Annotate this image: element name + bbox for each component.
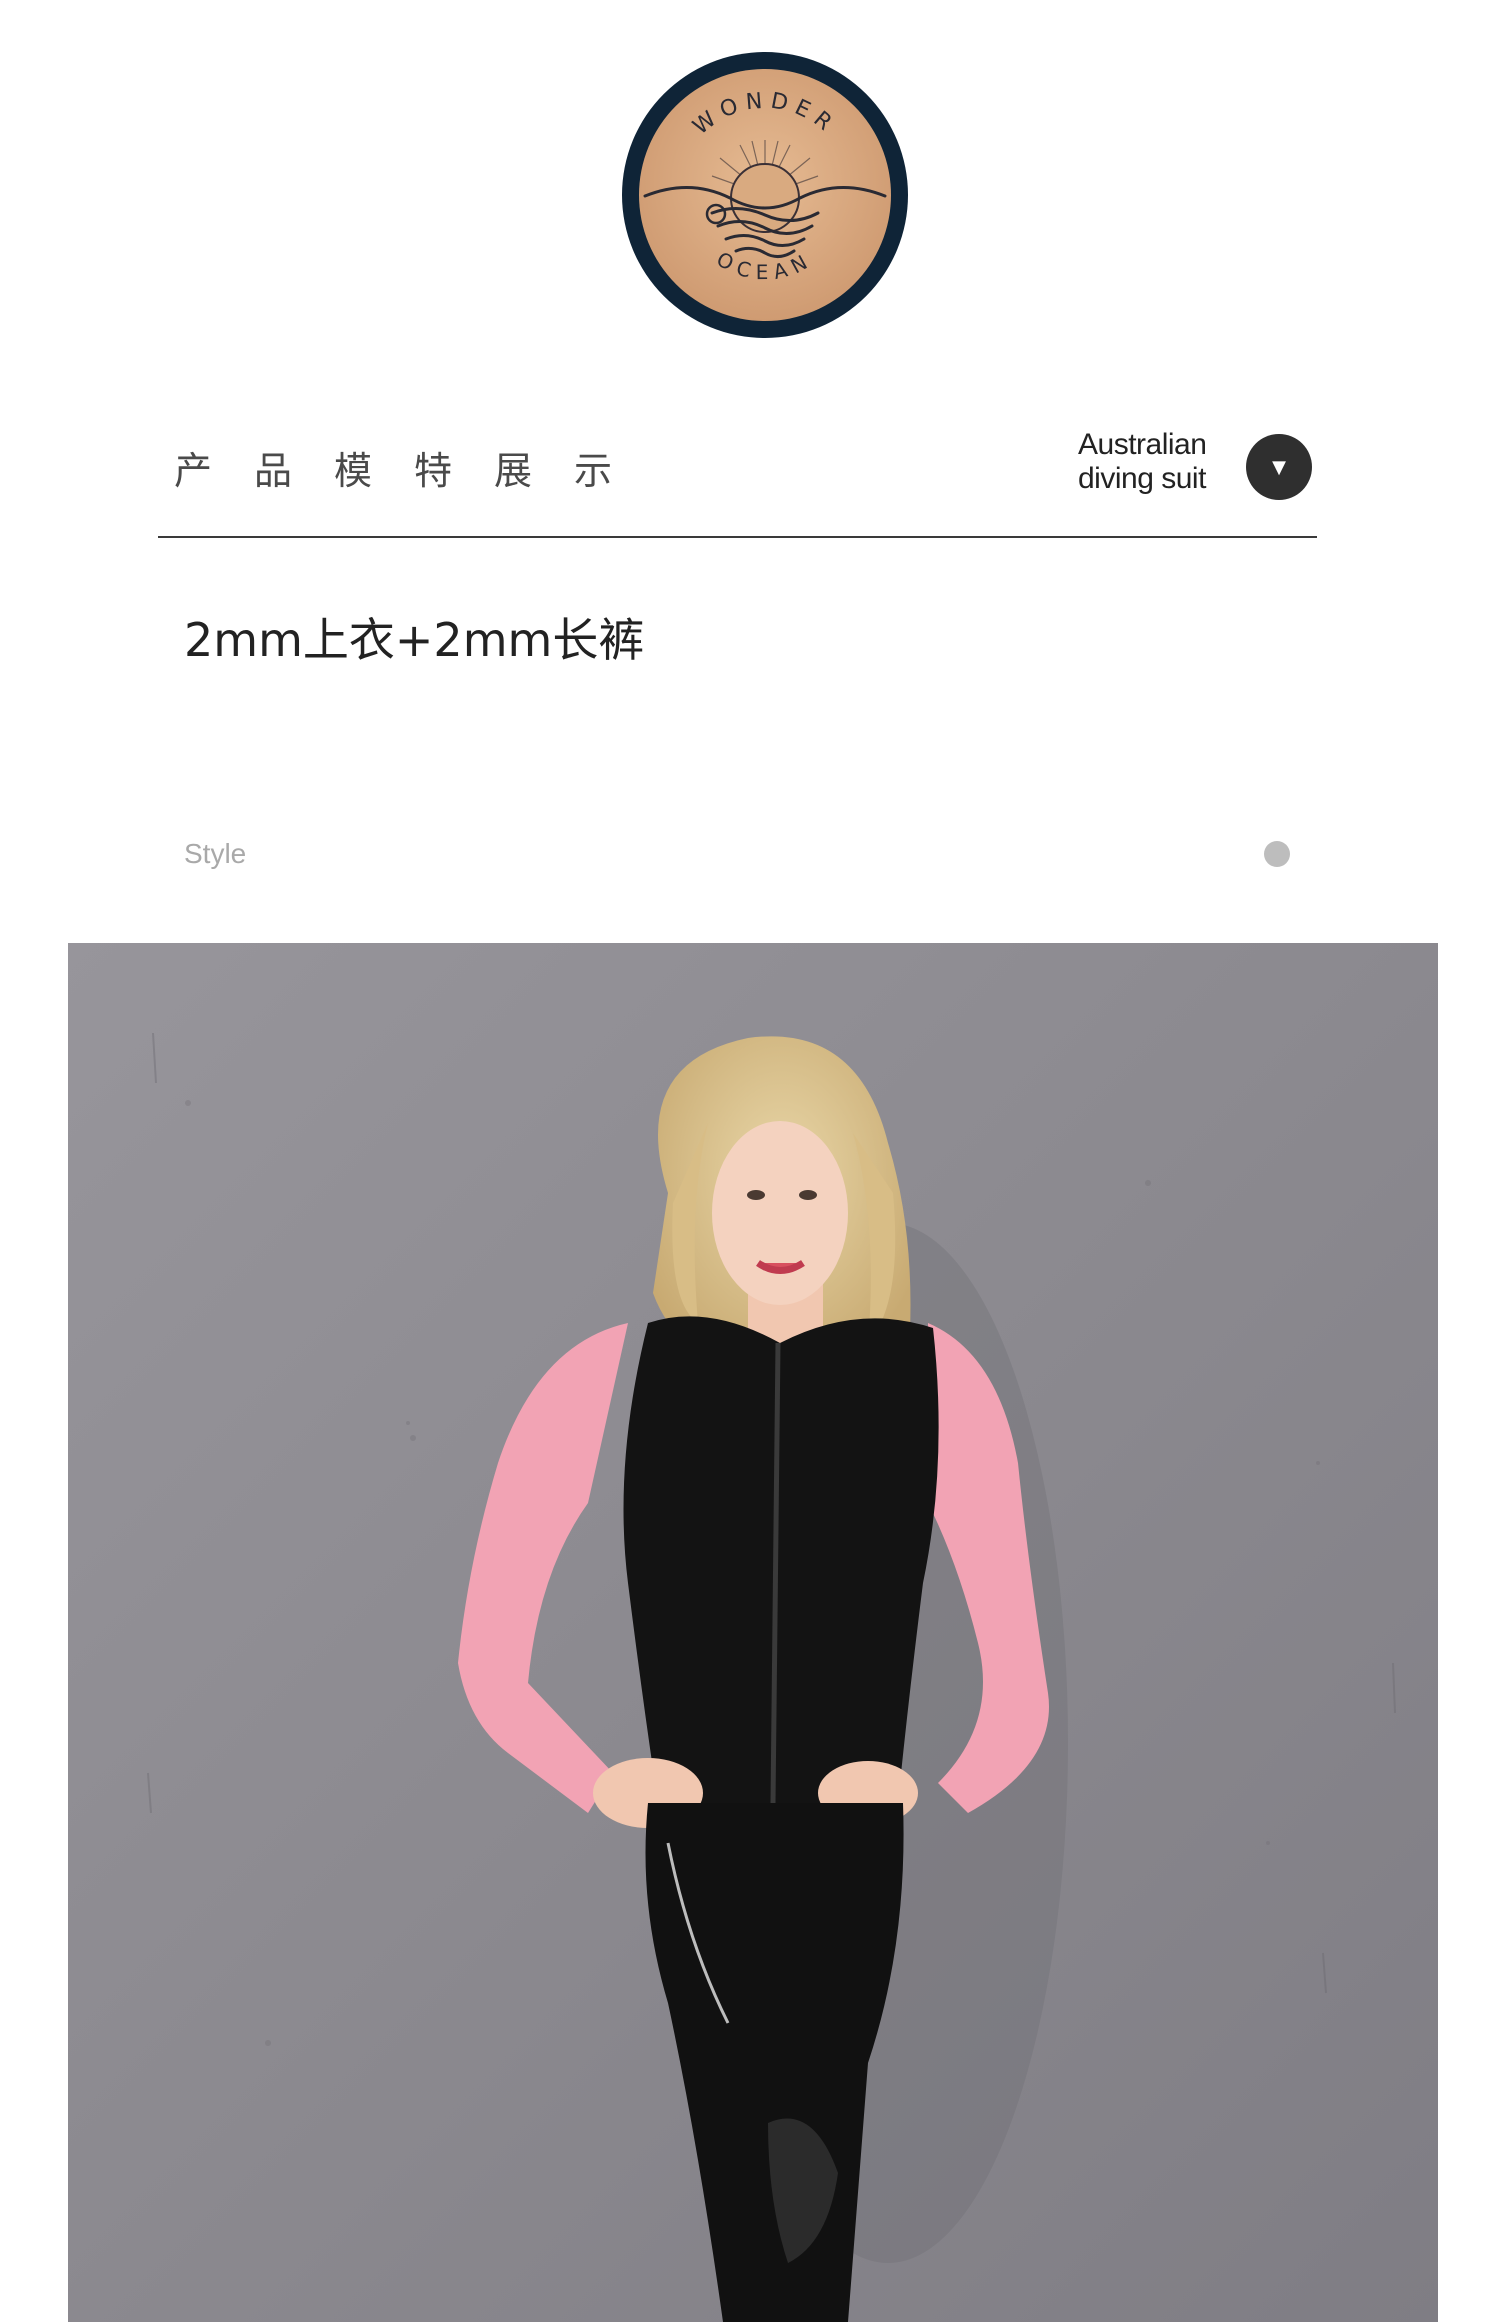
brand-tag-line1: Australian [1078,428,1207,461]
product-spec-title: 2mm上衣+2mm长裤 [184,613,645,667]
wonder-ocean-logo: WONDER OCEAN [620,48,910,342]
brand-tag-line2: diving suit [1078,462,1206,495]
section-title: 产品模特展示 [174,449,655,493]
product-detail-page: WONDER OCEAN 产品模特展示 Australian diving su… [0,0,1500,2322]
style-indicator-dot[interactable] [1264,841,1290,867]
style-label: Style [184,838,247,869]
chevron-down-icon: ▼ [1272,456,1286,478]
header-divider [158,536,1317,538]
brand-tag: Australian diving suit [1078,428,1207,496]
dropdown-button[interactable]: ▼ [1246,434,1312,500]
model-in-wetsuit-photo [68,943,1438,2322]
